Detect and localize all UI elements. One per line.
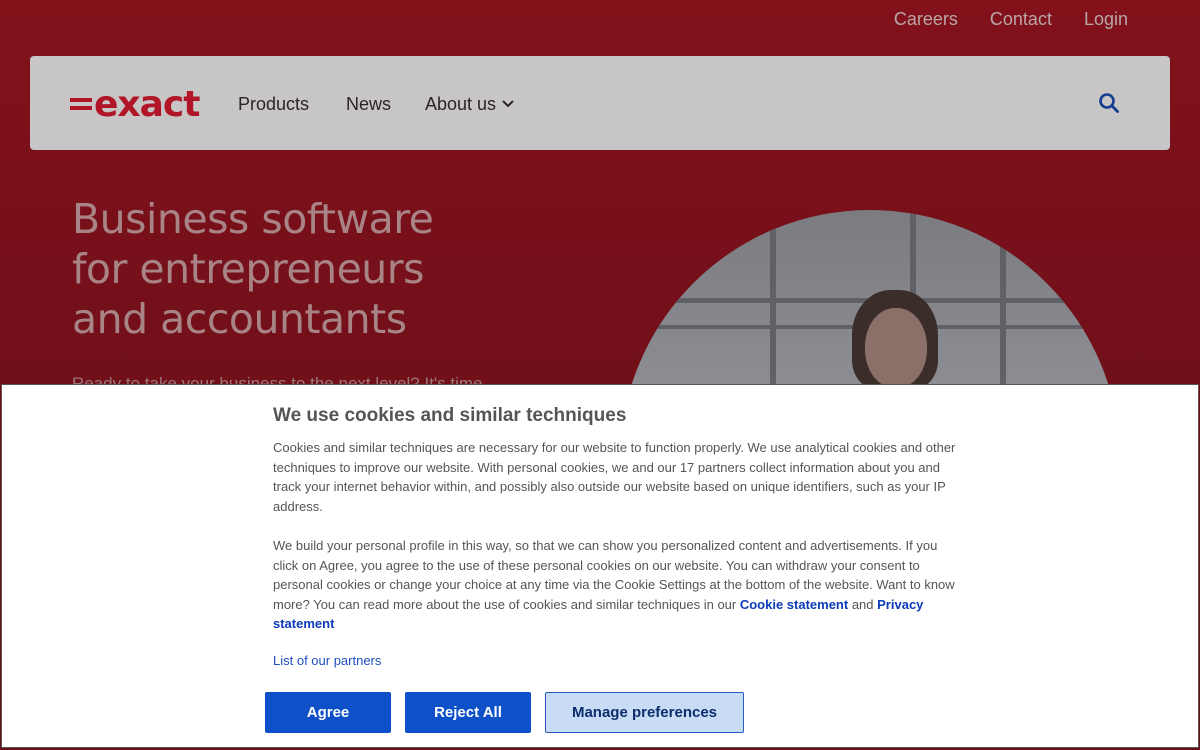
manage-preferences-button[interactable]: Manage preferences — [545, 692, 744, 733]
nav-products[interactable]: Products — [238, 93, 309, 115]
cookie-statement-link[interactable]: Cookie statement — [740, 597, 848, 612]
utility-nav: Careers Contact Login — [894, 8, 1128, 30]
cookie-consent-modal: We use cookies and similar techniques Co… — [1, 384, 1199, 748]
chevron-down-icon — [502, 100, 514, 108]
contact-link[interactable]: Contact — [990, 8, 1052, 30]
search-icon[interactable] — [1098, 92, 1120, 114]
cookie-paragraph-2: We build your personal profile in this w… — [273, 536, 963, 634]
cookie-paragraph-1: Cookies and similar techniques are neces… — [273, 440, 956, 514]
careers-link[interactable]: Careers — [894, 8, 958, 30]
reject-all-button[interactable]: Reject All — [405, 692, 531, 733]
partners-list-link[interactable]: List of our partners — [273, 652, 381, 670]
cookie-title: We use cookies and similar techniques — [273, 405, 627, 426]
person-face — [865, 308, 927, 388]
cookie-and-text: and — [848, 596, 878, 612]
exact-logo[interactable]: exact — [70, 86, 208, 120]
svg-text:exact: exact — [94, 86, 200, 120]
main-nav: exact Products News About us — [30, 56, 1170, 150]
agree-button[interactable]: Agree — [265, 692, 391, 733]
nav-about-label: About us — [425, 94, 497, 114]
nav-news[interactable]: News — [346, 93, 391, 115]
hero-title: Business software for entrepreneurs and … — [72, 195, 434, 343]
nav-about-us[interactable]: About us — [425, 93, 514, 115]
login-link[interactable]: Login — [1084, 8, 1128, 30]
